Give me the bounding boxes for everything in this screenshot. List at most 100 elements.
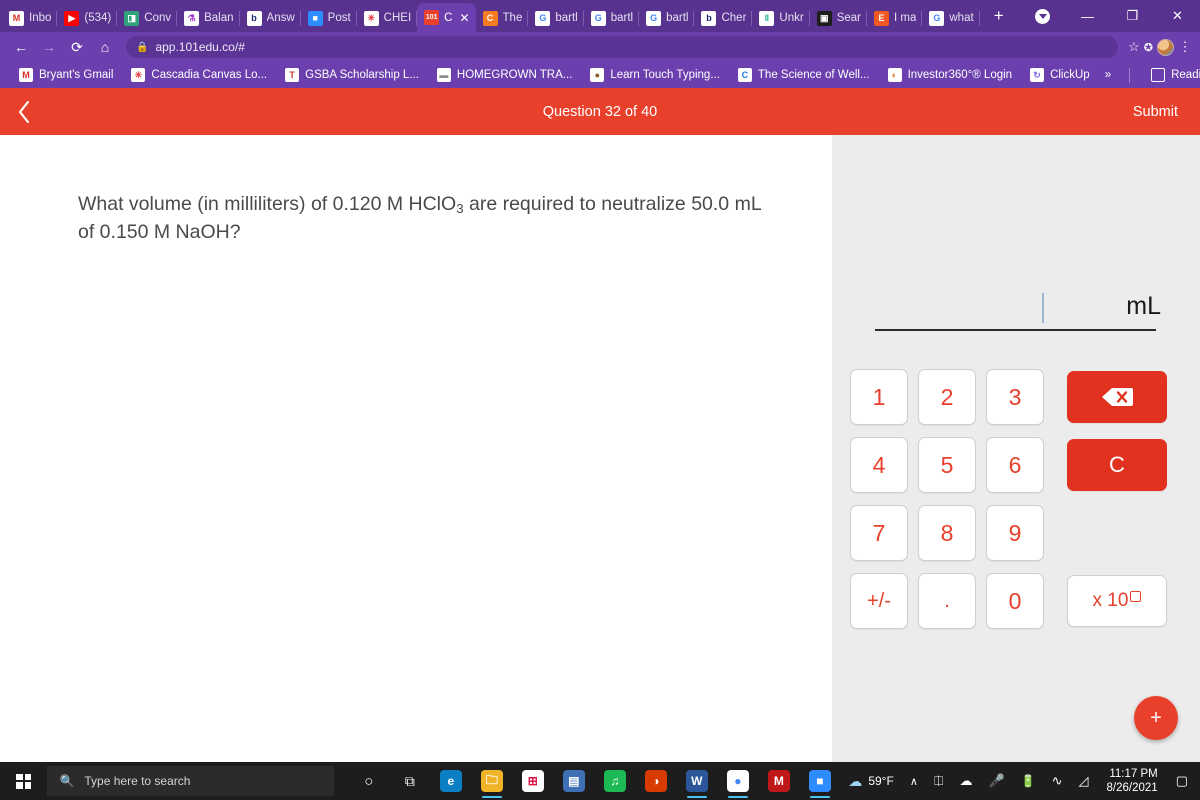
bookmark-favicon: ◐ [887,68,902,82]
bookmark-4[interactable]: ● Learn Touch Typing... [581,68,729,82]
wifi-icon[interactable]: ∿ [1044,762,1071,800]
browser-tab-0[interactable]: M Inbo [2,4,58,32]
square-icon: ▣ [816,10,832,26]
taskbar-clock[interactable]: 11:17 PM 8/26/2021 [1097,767,1168,796]
browser-tab-3[interactable]: ⚗ Balan [177,4,240,32]
tab-label: Balan [204,12,234,24]
key-4[interactable]: 4 [850,437,908,493]
tray-expand-button[interactable]: ∧ [902,762,926,800]
bookmark-6[interactable]: ◐ Investor360°® Login [879,68,1022,82]
chrome-icon[interactable]: ● [717,762,758,800]
chrome-menu-icon[interactable]: ⋮ [1178,40,1192,53]
browser-tab-7[interactable]: 101 C ✕ [417,3,476,32]
start-button[interactable] [0,762,47,800]
cortana-icon[interactable]: ○ [348,762,389,800]
key-0[interactable]: 0 [986,573,1044,629]
browser-tab-8[interactable]: C The [476,4,529,32]
word-icon[interactable]: W [676,762,717,800]
bookmark-1[interactable]: ✳ Cascadia Canvas Lo... [122,68,276,82]
bookmark-favicon: ▬ [436,68,451,82]
browser-tab-5[interactable]: ■ Post [301,4,357,32]
key-6-cell: 6 [981,431,1049,499]
bookmark-5[interactable]: C The Science of Well... [729,68,879,82]
browser-tab-9[interactable]: Gbartl [528,4,584,32]
task-view-icon[interactable]: ⧉ [389,762,430,800]
browser-tab-2[interactable]: ◨ Conv [117,4,177,32]
bookmark-3[interactable]: ▬ HOMEGROWN TRA... [428,68,581,82]
home-icon[interactable]: ⌂ [92,34,118,60]
explorer-icon[interactable]: 🗀 [471,762,512,800]
browser-tab-6[interactable]: ✳ CHEI [357,4,418,32]
key-1[interactable]: 1 [850,369,908,425]
bookmark-star-icon[interactable]: ☆ [1128,39,1140,55]
maximize-button[interactable]: ❐ [1110,0,1155,32]
back-question-button[interactable] [0,99,48,125]
tab-close-icon[interactable]: ✕ [459,12,469,24]
bookmark-label: Bryant's Gmail [39,69,114,81]
browser-tab-15[interactable]: E I ma [867,4,923,32]
browser-tab-4[interactable]: b Answ [240,4,301,32]
key-9-cell: 9 [981,499,1049,567]
clear-button[interactable]: C [1067,439,1167,491]
add-fab-button[interactable]: + [1134,696,1178,740]
app-glyph: W [685,770,708,792]
key-3[interactable]: 3 [986,369,1044,425]
cloud-icon[interactable]: ☁ [951,762,980,800]
reading-list-button[interactable]: Reading list [1142,68,1200,82]
close-window-button[interactable]: ✕ [1155,0,1200,32]
browser-tab-13[interactable]: ‖ Unkr [752,4,810,32]
chrome-update-indicator[interactable] [1020,0,1065,32]
new-tab-button[interactable]: + [986,4,1012,30]
reload-icon[interactable]: ⟳ [64,34,90,60]
weather-widget[interactable]: ☁ 59°F [840,762,901,800]
browser-tab-14[interactable]: ▣ Sear [810,4,867,32]
key-9[interactable]: 9 [986,505,1044,561]
key-6[interactable]: 6 [986,437,1044,493]
browser-tab-16[interactable]: Gwhat [922,4,980,32]
forward-icon[interactable]: → [36,34,62,60]
extensions-icon[interactable]: ✪ [1144,41,1153,54]
key-8[interactable]: 8 [918,505,976,561]
answer-unit-label: mL [1126,292,1161,320]
exponent-button[interactable]: x 10 [1067,575,1167,627]
mcafee-icon[interactable]: M [758,762,799,800]
store-icon[interactable]: ⊞ [512,762,553,800]
browser-tab-12[interactable]: b Cher [694,4,753,32]
key-7[interactable]: 7 [850,505,908,561]
bookmark-2[interactable]: T GSBA Scholarship L... [276,68,428,82]
tab-strip: M Inbo ▶ (534) ◨ Conv ⚗ Balan b Answ ■ Post ✳ CHEI 101… [0,0,1200,32]
office-icon[interactable]: ◑ [635,762,676,800]
key-sign[interactable]: +/- [850,573,908,629]
taskbar-search[interactable]: 🔍 Type here to search [47,766,335,796]
notifications-icon[interactable]: ▢ [1168,762,1196,800]
bookmarks-overflow-button[interactable]: » [1099,69,1117,81]
bookmark-0[interactable]: M Bryant's Gmail [10,68,122,82]
zoom-icon[interactable]: ■ [799,762,840,800]
key-2-cell: 2 [913,363,981,431]
bookmark-7[interactable]: ↻ ClickUp [1021,68,1099,82]
back-icon[interactable]: ← [8,34,34,60]
bookmark-label: Learn Touch Typing... [610,69,720,81]
browser-tab-10[interactable]: Gbartl [584,4,640,32]
key-decimal[interactable]: . [918,573,976,629]
minimize-button[interactable]: — [1065,0,1110,32]
app-glyph: 🗀 [480,770,503,792]
app-glyph: ◑ [644,770,667,792]
microphone-icon[interactable]: 🎤 [980,762,1012,800]
browser-tab-11[interactable]: Gbartl [639,4,695,32]
backspace-button[interactable] [1067,371,1167,423]
spotify-icon[interactable]: ♫ [594,762,635,800]
browser-tab-1[interactable]: ▶ (534) [57,4,118,32]
battery-icon[interactable]: 🔋 [1013,762,1044,800]
submit-button[interactable]: Submit [1133,104,1178,120]
key-5[interactable]: 5 [918,437,976,493]
onedrive-sync-icon[interactable]: ⎅ [926,762,952,800]
edge-icon[interactable]: e [430,762,471,800]
bluetooth-icon[interactable]: ◿ [1071,762,1097,800]
key-2[interactable]: 2 [918,369,976,425]
address-bar[interactable]: 🔒 app.101edu.co/# [126,36,1119,58]
calculator-icon[interactable]: ▤ [553,762,594,800]
tab-label: Inbo [29,12,52,24]
profile-avatar[interactable] [1157,38,1174,56]
answer-input[interactable]: mL [875,287,1161,331]
